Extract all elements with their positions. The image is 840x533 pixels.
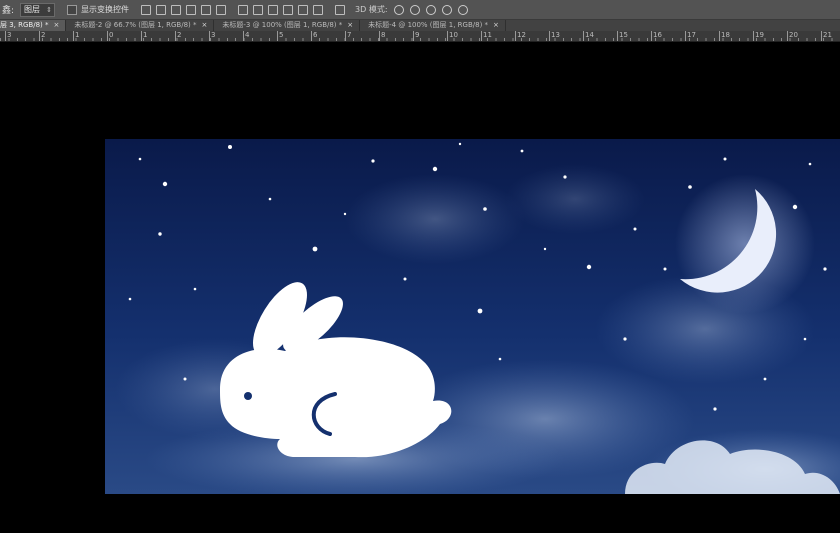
distribute-right-icon[interactable] xyxy=(313,4,324,15)
tab-label: 未标题-2 @ 66.7% (图层 1, RGB/8) * xyxy=(74,21,197,29)
tab-document-4[interactable]: 未标题-4 @ 100% (图层 1, RGB/8) * × xyxy=(368,20,506,31)
scale-3d-icon[interactable] xyxy=(457,4,468,15)
align-top-icon[interactable] xyxy=(141,4,152,15)
moon-glow xyxy=(675,174,815,314)
ruler-tick: 7 xyxy=(344,31,352,41)
ruler-tick: 17 xyxy=(685,31,696,41)
ruler-tick: 15 xyxy=(617,31,628,41)
ruler-tick: 13 xyxy=(549,31,560,41)
document-canvas-image xyxy=(105,139,840,494)
tab-label: 未标题-4 @ 100% (图层 1, RGB/8) * xyxy=(368,21,489,29)
auto-select-value: 图层 xyxy=(24,4,41,14)
tab-label: 未标题-3 @ 100% (图层 1, RGB/8) * xyxy=(222,21,343,29)
distribute-hcenter-icon[interactable] xyxy=(298,4,309,15)
ruler-tick: 19 xyxy=(753,31,764,41)
ruler-tick: 6 xyxy=(310,31,318,41)
horizontal-ruler[interactable]: 3 2 1 0 1 2 3 4 5 6 7 8 9 10 11 12 13 14… xyxy=(0,31,840,42)
ruler-tick: 1 xyxy=(140,31,148,41)
tab-label: 层 3, RGB/8) * xyxy=(0,21,49,29)
slide-3d-icon[interactable] xyxy=(441,4,452,15)
align-bottom-icon[interactable] xyxy=(171,4,182,15)
drag-3d-icon[interactable] xyxy=(425,4,436,15)
ruler-tick: 18 xyxy=(719,31,730,41)
distribute-bottom-icon[interactable] xyxy=(268,4,279,15)
roll-3d-icon[interactable] xyxy=(409,4,420,15)
ruler-tick: 14 xyxy=(583,31,594,41)
document-tabs: 层 3, RGB/8) * × 未标题-2 @ 66.7% (图层 1, RGB/… xyxy=(0,20,840,31)
ruler-tick: 21 xyxy=(821,31,832,41)
ruler-tick: 2 xyxy=(174,31,182,41)
auto-align-icon[interactable] xyxy=(335,4,346,15)
rotate-3d-icon[interactable] xyxy=(393,4,404,15)
3d-mode-label: 3D 模式: xyxy=(355,5,388,14)
options-label: 鑫: xyxy=(2,6,15,16)
auto-select-dropdown[interactable]: 图层 ⇕ xyxy=(20,2,56,17)
ruler-tick: 9 xyxy=(412,31,420,41)
align-right-icon[interactable] xyxy=(216,4,227,15)
align-hcenter-icon[interactable] xyxy=(201,4,212,15)
close-icon[interactable]: × xyxy=(202,21,208,29)
show-transform-checkbox[interactable] xyxy=(67,4,78,15)
ruler-tick: 16 xyxy=(651,31,662,41)
ruler-tick: 8 xyxy=(378,31,386,41)
ruler-tick: 3 xyxy=(208,31,216,41)
ruler-tick: 10 xyxy=(447,31,458,41)
ruler-tick: 12 xyxy=(515,31,526,41)
ruler-tick: 0 xyxy=(106,31,114,41)
chevron-down-icon: ⇕ xyxy=(46,5,53,14)
ruler-tick: 1 xyxy=(72,31,80,41)
distribute-top-icon[interactable] xyxy=(238,4,249,15)
options-bar: 鑫: 图层 ⇕ 显示变换控件 3D 模式: xyxy=(0,0,840,20)
ruler-tick: 5 xyxy=(276,31,284,41)
close-icon[interactable]: × xyxy=(493,21,499,29)
rabbit-eye xyxy=(244,392,252,400)
ruler-tick: 11 xyxy=(481,31,492,41)
close-icon[interactable]: × xyxy=(347,21,353,29)
tab-document-1[interactable]: 层 3, RGB/8) * × xyxy=(0,20,67,31)
show-transform-label: 显示变换控件 xyxy=(81,5,130,14)
distribute-vcenter-icon[interactable] xyxy=(253,4,264,15)
tab-document-3[interactable]: 未标题-3 @ 100% (图层 1, RGB/8) * × xyxy=(222,20,361,31)
align-vcenter-icon[interactable] xyxy=(156,4,167,15)
ruler-tick: 3 xyxy=(4,31,12,41)
distribute-left-icon[interactable] xyxy=(283,4,294,15)
align-left-icon[interactable] xyxy=(186,4,197,15)
close-icon[interactable]: × xyxy=(54,21,60,29)
tab-document-2[interactable]: 未标题-2 @ 66.7% (图层 1, RGB/8) * × xyxy=(74,20,215,31)
ruler-tick: 2 xyxy=(38,31,46,41)
ruler-tick: 20 xyxy=(787,31,798,41)
ruler-tick: 4 xyxy=(242,31,250,41)
